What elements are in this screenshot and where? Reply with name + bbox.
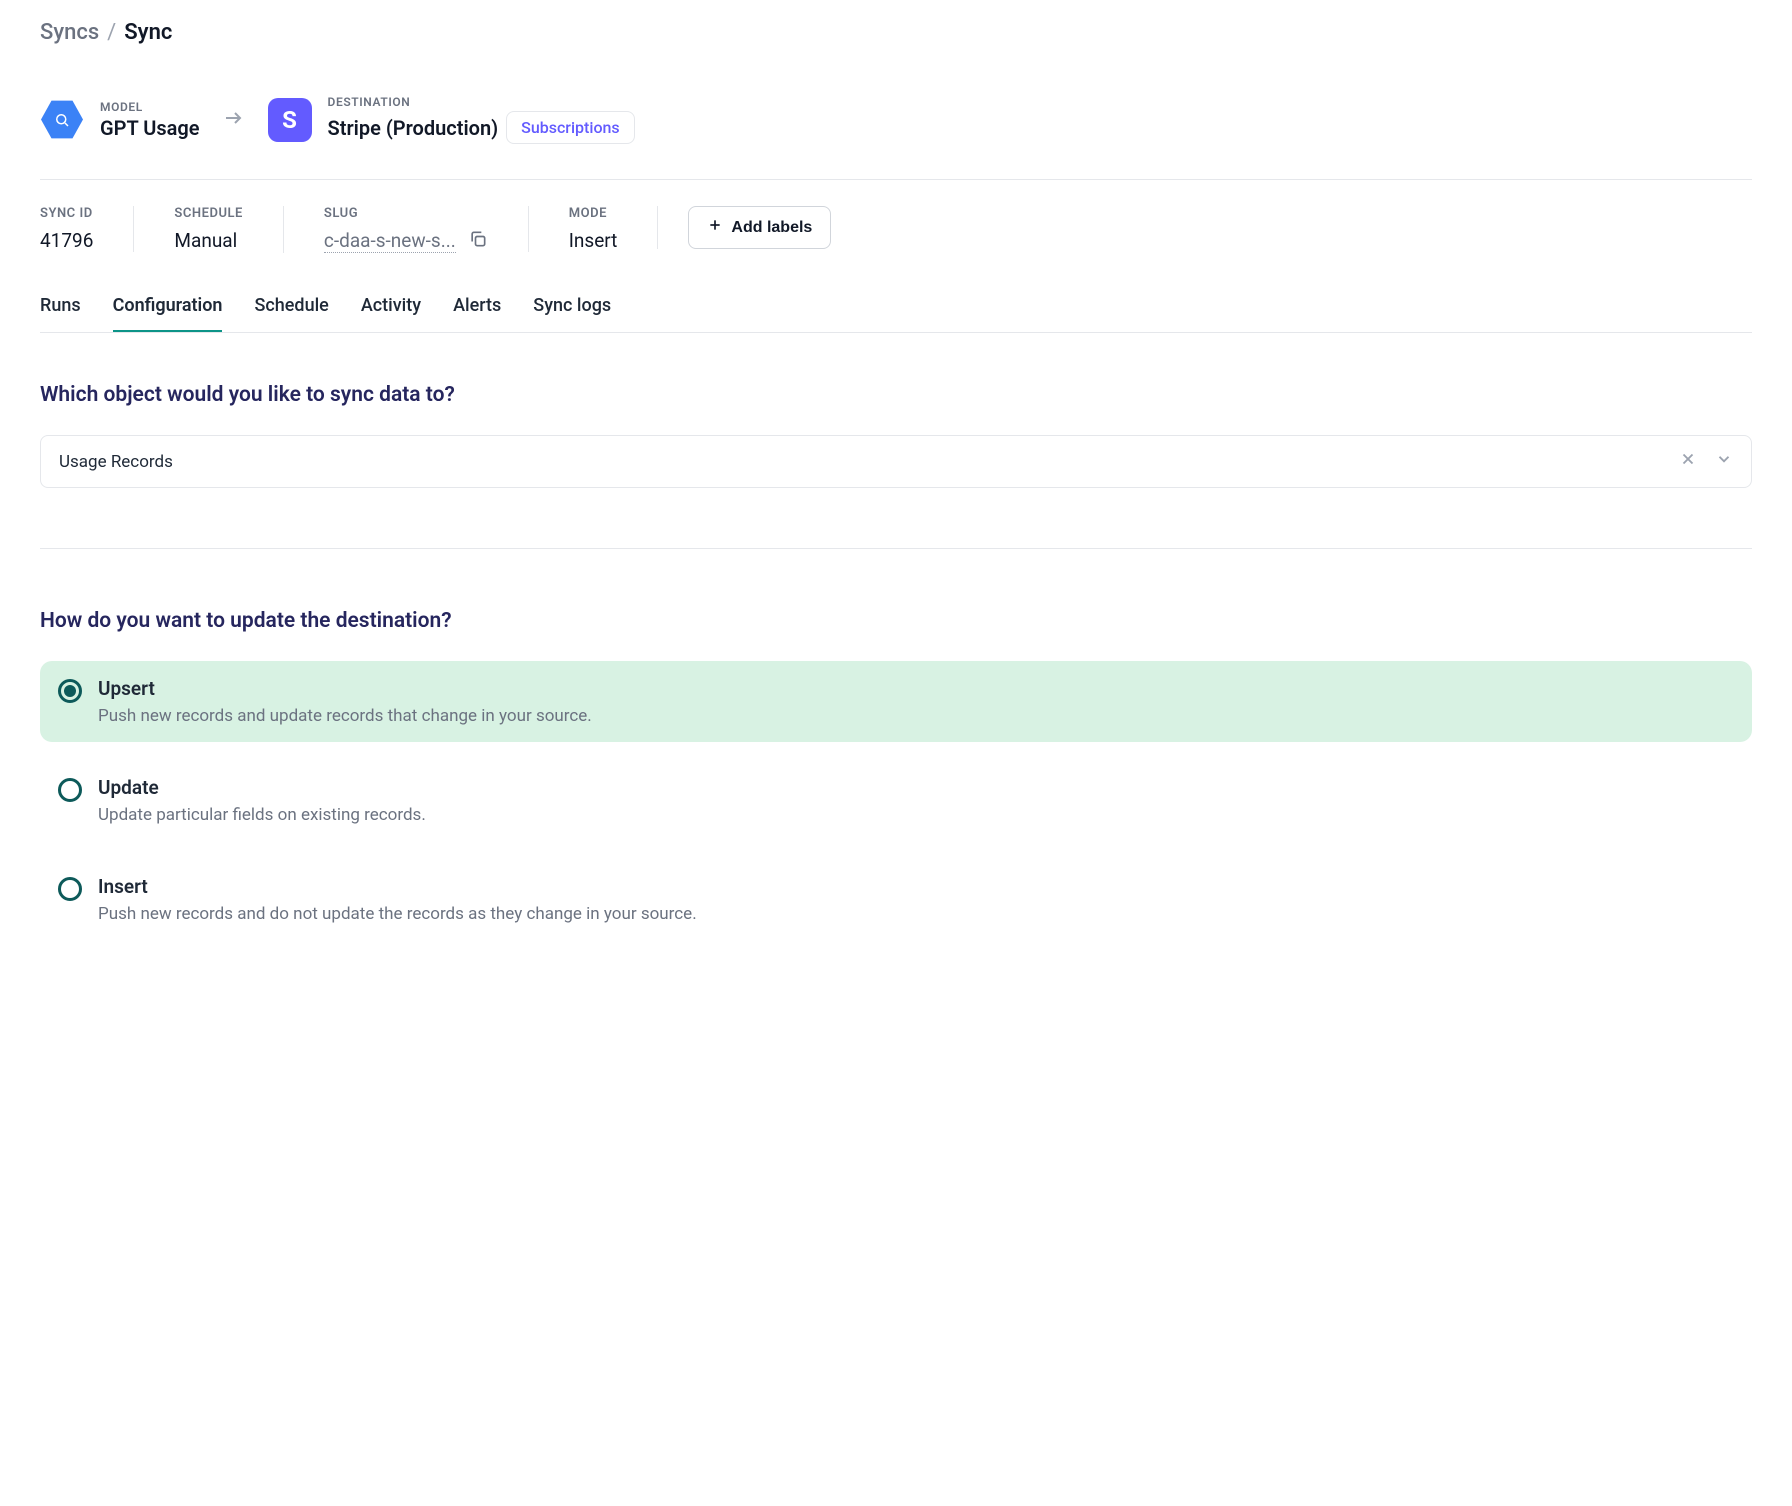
stripe-icon: S [268,98,312,142]
destination-name[interactable]: Stripe (Production) [328,116,499,140]
radio-update[interactable]: Update Update particular fields on exist… [40,760,1752,841]
mode-value: Insert [569,229,618,252]
tab-sync-logs[interactable]: Sync logs [533,295,611,332]
destination-object-pill[interactable]: Subscriptions [506,111,635,144]
destination-block: S DESTINATION Stripe (Production) Subscr… [268,95,635,144]
model-name[interactable]: GPT Usage [100,116,200,140]
tab-configuration[interactable]: Configuration [113,295,223,332]
sync-id-label: SYNC ID [40,206,93,221]
add-labels-button[interactable]: Add labels [688,206,831,249]
schedule-value: Manual [174,229,243,252]
clear-icon[interactable] [1679,450,1697,473]
sync-header: MODEL GPT Usage S DESTINATION Stripe (Pr… [40,95,1752,144]
radio-title: Upsert [98,677,592,700]
breadcrumb: Syncs / Sync [40,20,1752,45]
sync-id-value: 41796 [40,229,93,252]
destination-kicker: DESTINATION [328,95,635,109]
breadcrumb-current: Sync [124,20,172,45]
object-select[interactable]: Usage Records [40,435,1752,488]
mode-label: MODE [569,206,618,221]
radio-indicator [58,877,82,901]
radio-indicator [58,679,82,703]
arrow-right-icon [222,106,246,134]
radio-title: Insert [98,875,697,898]
radio-indicator [58,778,82,802]
radio-desc: Update particular fields on existing rec… [98,805,426,825]
breadcrumb-separator: / [107,20,116,45]
update-mode-radio-group: Upsert Push new records and update recor… [40,661,1752,940]
add-labels-text: Add labels [731,219,812,237]
radio-insert[interactable]: Insert Push new records and do not updat… [40,859,1752,940]
meta-schedule: SCHEDULE Manual [133,206,283,252]
object-section-title: Which object would you like to sync data… [40,383,1752,407]
tab-schedule[interactable]: Schedule [254,295,328,332]
tab-alerts[interactable]: Alerts [453,295,501,332]
tab-activity[interactable]: Activity [361,295,421,332]
radio-upsert[interactable]: Upsert Push new records and update recor… [40,661,1752,742]
model-block: MODEL GPT Usage [40,98,200,142]
radio-desc: Push new records and do not update the r… [98,904,697,924]
slug-label: SLUG [324,206,488,221]
radio-desc: Push new records and update records that… [98,706,592,726]
meta-slug: SLUG c-daa-s-new-s... [283,206,528,253]
copy-icon[interactable] [468,229,488,253]
schedule-label: SCHEDULE [174,206,243,221]
radio-title: Update [98,776,426,799]
meta-mode: MODE Insert [528,206,658,252]
meta-labels: Add labels [657,206,871,249]
update-section-title: How do you want to update the destinatio… [40,609,1752,633]
tab-runs[interactable]: Runs [40,295,81,332]
tabs: Runs Configuration Schedule Activity Ale… [40,295,1752,333]
divider [40,179,1752,180]
divider [40,548,1752,549]
object-select-value: Usage Records [59,452,173,472]
slug-value[interactable]: c-daa-s-new-s... [324,229,456,253]
chevron-down-icon[interactable] [1715,450,1733,473]
model-kicker: MODEL [100,100,200,114]
breadcrumb-parent-link[interactable]: Syncs [40,20,99,45]
meta-row: SYNC ID 41796 SCHEDULE Manual SLUG c-daa… [40,206,1752,253]
plus-icon [707,217,723,238]
meta-sync-id: SYNC ID 41796 [40,206,133,252]
bigquery-icon [40,98,84,142]
